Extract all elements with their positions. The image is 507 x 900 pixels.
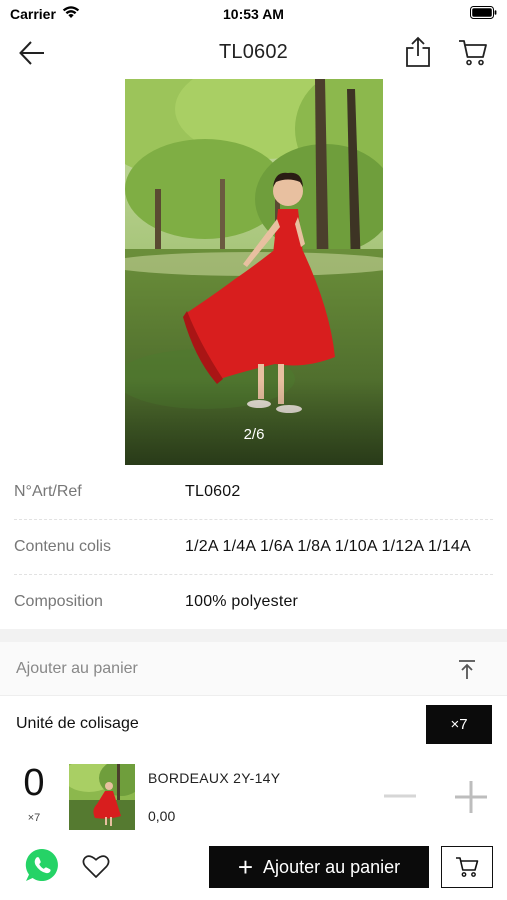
variant-quantity: 0: [23, 762, 45, 804]
product-photo[interactable]: [125, 79, 383, 465]
variant-multiplier: ×7: [27, 812, 41, 824]
nav-bar: TL0602: [0, 28, 507, 78]
section-divider: [0, 629, 507, 642]
detail-row-composition: Composition 100% polyester: [14, 575, 493, 630]
detail-label: Contenu colis: [14, 538, 111, 555]
variant-thumbnail-illustration: [69, 764, 135, 830]
variant-thumbnail[interactable]: [69, 764, 135, 830]
clock: 10:53 AM: [223, 6, 284, 22]
whatsapp-icon[interactable]: [24, 847, 60, 883]
product-gallery[interactable]: 2/6: [0, 79, 507, 465]
bottom-action-bar: + Ajouter au panier: [0, 835, 507, 900]
detail-row-contents: Contenu colis 1/2A 1/4A 1/6A 1/8A 1/10A …: [14, 520, 493, 575]
detail-value: 1/2A 1/4A 1/6A 1/8A 1/10A 1/12A 1/14A: [185, 538, 471, 555]
decrease-quantity-button[interactable]: [382, 782, 418, 810]
detail-label: N°Art/Ref: [14, 483, 82, 500]
share-icon[interactable]: [404, 36, 432, 68]
gallery-counter: 2/6: [243, 426, 265, 443]
detail-value: 100% polyester: [185, 593, 299, 610]
section-title: Ajouter au panier: [16, 660, 138, 677]
add-to-cart-label: Ajouter au panier: [263, 856, 401, 877]
product-details: N°Art/Ref TL0602 Contenu colis 1/2A 1/4A…: [0, 465, 507, 630]
battery-icon: [470, 6, 497, 19]
detail-label: Composition: [14, 593, 103, 610]
arrow-left-icon[interactable]: [18, 40, 46, 66]
variant-price: 0,00: [148, 808, 176, 824]
packing-unit-label: Unité de colisage: [16, 715, 139, 732]
product-photo-illustration: [125, 79, 383, 465]
detail-value: TL0602: [185, 483, 241, 500]
plus-icon: +: [237, 852, 254, 882]
cart-icon[interactable]: [458, 38, 488, 66]
increase-quantity-button[interactable]: [452, 778, 490, 816]
add-to-cart-button[interactable]: + Ajouter au panier: [209, 846, 429, 888]
add-to-cart-header: Ajouter au panier: [0, 642, 507, 696]
detail-row-ref: N°Art/Ref TL0602: [14, 465, 493, 520]
packing-unit-badge[interactable]: ×7: [426, 705, 492, 744]
cart-icon: [456, 857, 479, 877]
page-title: TL0602: [218, 41, 289, 63]
status-bar: Carrier 10:53 AM: [0, 0, 507, 28]
collapse-up-icon[interactable]: [456, 659, 478, 681]
cart-button[interactable]: [441, 846, 493, 888]
heart-icon[interactable]: [82, 854, 110, 879]
variant-name: BORDEAUX 2Y-14Y: [148, 770, 281, 786]
